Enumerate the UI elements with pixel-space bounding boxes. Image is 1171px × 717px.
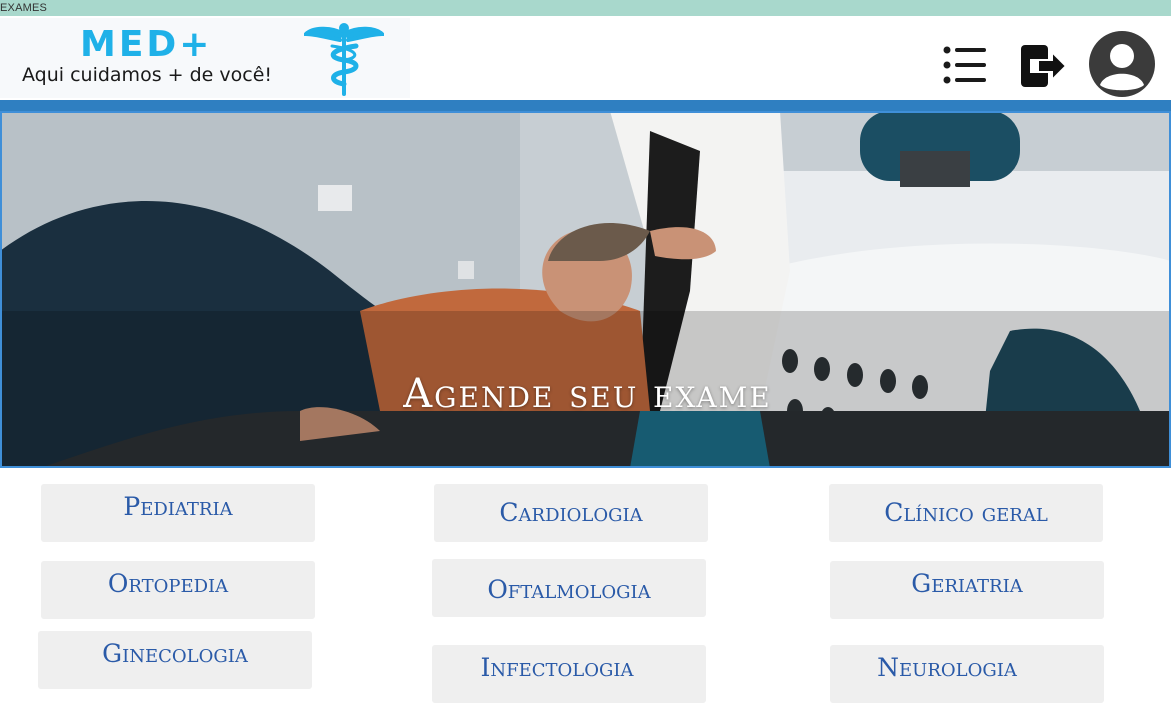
- specialty-button-infectologia[interactable]: Infectologia: [432, 645, 706, 703]
- specialty-label: Geriatria: [911, 569, 1023, 598]
- specialty-button-ortopedia[interactable]: Ortopedia: [41, 561, 315, 619]
- specialty-label: Infectologia: [480, 653, 634, 682]
- specialty-label: Cardiologia: [499, 498, 643, 527]
- specialty-label: Ortopedia: [107, 569, 229, 598]
- tab-title: EXAMES: [0, 2, 48, 14]
- specialty-button-oftalmologia[interactable]: Oftalmologia: [432, 559, 706, 617]
- specialty-label: Ginecologia: [102, 639, 248, 668]
- hero-title: Agende seu exame: [403, 371, 772, 417]
- hero-banner: Agende seu exame: [0, 111, 1171, 468]
- user-avatar[interactable]: [1087, 30, 1157, 98]
- logo[interactable]: MED+ Aqui cuidamos + de você!: [0, 18, 410, 98]
- header-divider: [0, 100, 1171, 111]
- user-circle-icon: [1089, 31, 1155, 97]
- specialty-label: Clínico geral: [884, 498, 1048, 527]
- caduceus-icon: [304, 23, 384, 96]
- menu-button[interactable]: [943, 46, 987, 84]
- header: MED+ Aqui cuidamos + de você!: [0, 16, 1171, 100]
- specialty-button-cardiologia[interactable]: Cardiologia: [434, 484, 708, 542]
- specialty-label: Pediatria: [123, 492, 233, 521]
- logo-tagline: Aqui cuidamos + de você!: [22, 64, 272, 86]
- logout-button[interactable]: [1020, 44, 1068, 88]
- specialty-label: Neurologia: [877, 653, 1017, 682]
- list-icon: [943, 46, 986, 84]
- logo-name: MED+: [80, 24, 213, 65]
- specialty-button-ginecologia[interactable]: Ginecologia: [38, 631, 312, 689]
- specialty-button-neurologia[interactable]: Neurologia: [830, 645, 1104, 703]
- specialty-button-geriatria[interactable]: Geriatria: [830, 561, 1104, 619]
- specialty-label: Oftalmologia: [487, 575, 651, 604]
- specialty-button-pediatria[interactable]: Pediatria: [41, 484, 315, 542]
- logout-icon: [1021, 45, 1068, 87]
- specialty-button-clinico-geral[interactable]: Clínico geral: [829, 484, 1103, 542]
- browser-tab-bar: EXAMES: [0, 0, 1171, 16]
